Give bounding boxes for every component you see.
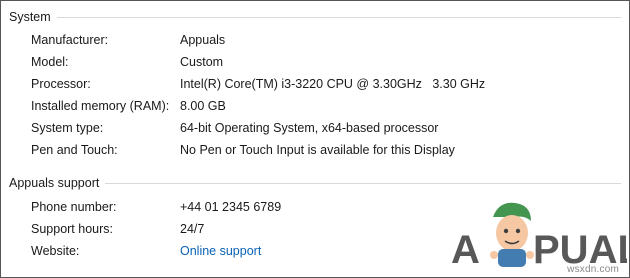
support-section-heading: Appuals support: [9, 176, 106, 190]
system-section-divider: [9, 17, 621, 18]
manufacturer-label: Manufacturer:: [31, 33, 109, 47]
pen-and-touch-value: No Pen or Touch Input is available for t…: [180, 143, 455, 157]
model-value: Custom: [180, 55, 224, 69]
phone-number-label: Phone number:: [31, 200, 117, 214]
system-section-heading: System: [9, 10, 57, 24]
system-type-label: System type:: [31, 121, 104, 135]
processor-label: Processor:: [31, 77, 91, 91]
website-label: Website:: [31, 244, 80, 258]
system-properties-panel: System Manufacturer: Appuals Model: Cust…: [0, 0, 630, 278]
svg-text:A: A: [451, 228, 480, 272]
support-hours-value: 24/7: [180, 222, 205, 236]
pen-and-touch-label: Pen and Touch:: [31, 143, 118, 157]
manufacturer-value: Appuals: [180, 33, 226, 47]
installed-memory-label: Installed memory (RAM):: [31, 99, 170, 113]
installed-memory-row: Installed memory (RAM): 8.00 GB: [31, 97, 621, 115]
appuals-watermark-logo: A PUALS: [451, 202, 627, 272]
mascot-icon: [490, 202, 534, 267]
processor-value: Intel(R) Core(TM) i3-3220 CPU @ 3.30GHz …: [180, 77, 486, 91]
pen-and-touch-row: Pen and Touch: No Pen or Touch Input is …: [31, 141, 621, 159]
site-watermark: wsxdn.com: [567, 264, 619, 275]
model-label: Model:: [31, 55, 69, 69]
support-hours-label: Support hours:: [31, 222, 113, 236]
model-row: Model: Custom: [31, 53, 621, 71]
system-type-row: System type: 64-bit Operating System, x6…: [31, 119, 621, 137]
phone-number-value: +44 01 2345 6789: [180, 200, 282, 214]
system-type-value: 64-bit Operating System, x64-based proce…: [180, 121, 439, 135]
installed-memory-value: 8.00 GB: [180, 99, 226, 113]
manufacturer-row: Manufacturer: Appuals: [31, 31, 621, 49]
processor-row: Processor: Intel(R) Core(TM) i3-3220 CPU…: [31, 75, 621, 93]
online-support-link[interactable]: Online support: [180, 242, 261, 260]
